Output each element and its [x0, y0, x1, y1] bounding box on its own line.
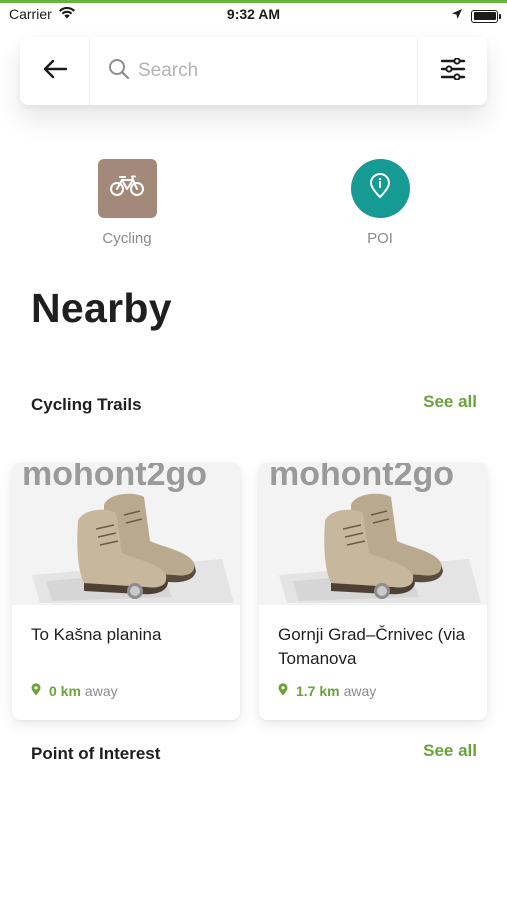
sliders-icon: [440, 56, 466, 85]
bicycle-icon: [110, 175, 144, 202]
category-cycling[interactable]: Cycling: [67, 159, 187, 247]
category-poi-label: POI: [367, 230, 393, 247]
trail-title: Gornji Grad–Črnivec (via Tomanova: [278, 625, 466, 668]
see-all-points-of-interest-link[interactable]: See all: [423, 741, 477, 761]
see-all-cycling-trails-link[interactable]: See all: [423, 392, 477, 412]
search-icon: [108, 58, 130, 85]
trail-distance-suffix: away: [343, 683, 377, 699]
filter-button[interactable]: [417, 37, 487, 105]
back-button[interactable]: [20, 37, 90, 105]
trail-card[interactable]: mohont2go To Kašna planina 0 km away: [12, 463, 240, 720]
trail-distance: 0 km away: [31, 683, 118, 699]
section-title-points-of-interest: Point of Interest: [31, 744, 161, 763]
map-pin-icon: [31, 683, 41, 699]
trail-image: mohont2go: [12, 463, 240, 605]
category-cycling-tile: [97, 159, 157, 218]
status-bar: Carrier 9:32 AM: [0, 3, 507, 25]
arrow-left-icon: [42, 59, 68, 84]
trail-image-watermark: mohont2go: [22, 463, 207, 493]
category-poi-tile: [350, 159, 410, 218]
search-bar: [20, 37, 487, 105]
trail-distance-value: 1.7 km: [296, 683, 340, 699]
trail-distance: 1.7 km away: [278, 683, 376, 699]
trail-title: To Kašna planina: [31, 625, 162, 644]
section-title-cycling-trails: Cycling Trails: [31, 395, 142, 414]
trail-distance-suffix: away: [84, 683, 118, 699]
category-cycling-label: Cycling: [102, 230, 152, 247]
category-poi[interactable]: POI: [320, 159, 440, 247]
location-arrow-icon: [451, 7, 463, 25]
trail-distance-value: 0 km: [49, 683, 81, 699]
status-time: 9:32 AM: [226, 6, 281, 22]
search-field[interactable]: [90, 37, 417, 105]
search-input[interactable]: [138, 60, 398, 82]
trail-card[interactable]: mohont2go Gornji Grad–Črnivec (via Toman…: [259, 463, 487, 720]
status-right: [451, 7, 501, 25]
page-title: Nearby: [31, 285, 172, 331]
trail-image-watermark: mohont2go: [269, 463, 454, 493]
map-pin-icon: [369, 173, 391, 204]
trail-image: mohont2go: [259, 463, 487, 605]
map-pin-icon: [278, 683, 288, 699]
battery-icon: [471, 9, 501, 23]
